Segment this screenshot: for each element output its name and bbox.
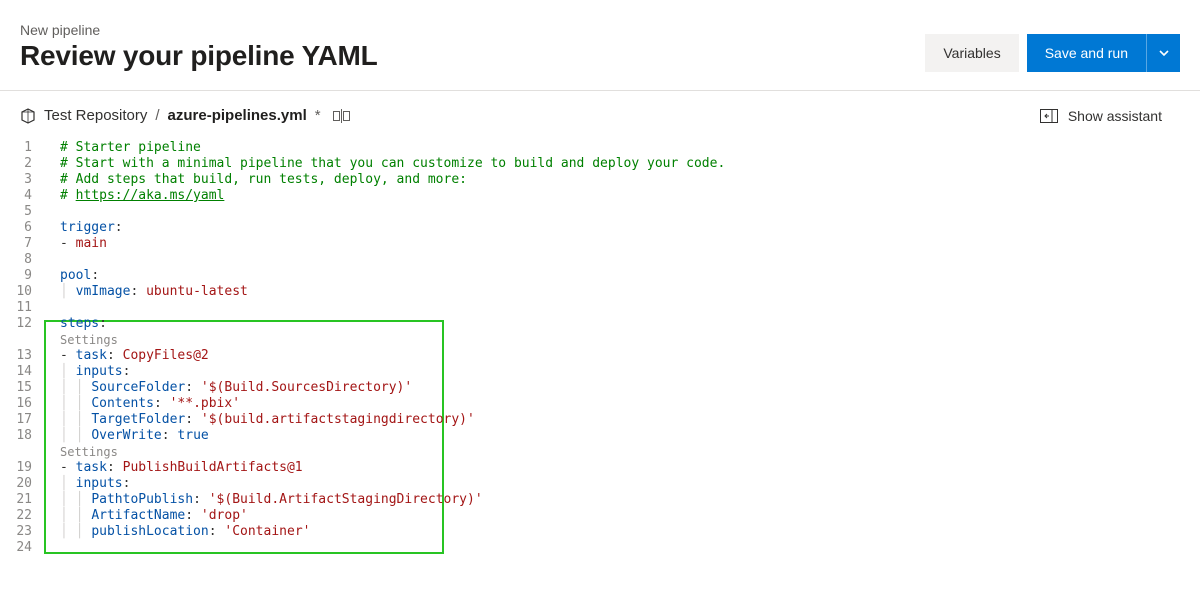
yaml-editor[interactable]: 1 2 3 4 5 6 7 8 9 10 11 12 13 14 15 16 1…: [0, 132, 1200, 556]
file-path: Test Repository / azure-pipelines.yml *: [20, 107, 351, 124]
file-name: azure-pipelines.yml: [168, 107, 307, 124]
line-number: 12: [0, 316, 32, 348]
line-number: 3: [0, 172, 32, 188]
repository-name[interactable]: Test Repository: [44, 107, 147, 124]
line-number: 18: [0, 428, 32, 460]
code-line: │ │ publishLocation: 'Container': [60, 524, 1200, 540]
code-line: │ vmImage: ubuntu-latest: [60, 284, 1200, 300]
save-and-run-button[interactable]: Save and run: [1027, 34, 1146, 72]
line-number: 22: [0, 508, 32, 524]
line-gutter: 1 2 3 4 5 6 7 8 9 10 11 12 13 14 15 16 1…: [0, 140, 40, 556]
line-number: 24: [0, 540, 32, 556]
code-line: │ │ PathtoPublish: '$(Build.ArtifactStag…: [60, 492, 1200, 508]
code-line: # https://aka.ms/yaml: [60, 188, 1200, 204]
code-line: │ │ ArtifactName: 'drop': [60, 508, 1200, 524]
chevron-down-icon: [1158, 47, 1170, 59]
line-number: 11: [0, 300, 32, 316]
page-header: New pipeline Review your pipeline YAML V…: [0, 0, 1200, 91]
code-line: │ │ SourceFolder: '$(Build.SourcesDirect…: [60, 380, 1200, 396]
line-number: 2: [0, 156, 32, 172]
line-number: 6: [0, 220, 32, 236]
line-number: 4: [0, 188, 32, 204]
code-line: # Starter pipeline: [60, 140, 1200, 156]
line-number: 10: [0, 284, 32, 300]
code-line: │ inputs:: [60, 476, 1200, 492]
repository-icon: [20, 108, 36, 124]
save-run-split-button: Save and run: [1027, 34, 1180, 72]
subheader: Test Repository / azure-pipelines.yml * …: [0, 91, 1200, 132]
line-number: 21: [0, 492, 32, 508]
task-settings-link[interactable]: Settings: [60, 444, 1200, 460]
line-number: 17: [0, 412, 32, 428]
line-number: 7: [0, 236, 32, 252]
page-title: Review your pipeline YAML: [20, 40, 378, 72]
line-number: 14: [0, 364, 32, 380]
code-line: [60, 300, 1200, 316]
show-assistant-button[interactable]: Show assistant: [1040, 108, 1180, 124]
line-number: 19: [0, 460, 32, 476]
line-number: 23: [0, 524, 32, 540]
header-left: New pipeline Review your pipeline YAML: [20, 22, 378, 72]
code-line: steps:: [60, 316, 1200, 332]
code-line: [60, 540, 1200, 556]
rename-button[interactable]: [333, 109, 351, 123]
code-line: - task: CopyFiles@2: [60, 348, 1200, 364]
line-number: 1: [0, 140, 32, 156]
code-line: - main: [60, 236, 1200, 252]
panel-expand-icon: [1040, 109, 1058, 123]
code-line: pool:: [60, 268, 1200, 284]
code-line: [60, 204, 1200, 220]
show-assistant-label: Show assistant: [1068, 108, 1162, 124]
line-number: 5: [0, 204, 32, 220]
code-line: # Add steps that build, run tests, deplo…: [60, 172, 1200, 188]
breadcrumb: New pipeline: [20, 22, 378, 38]
code-line: - task: PublishBuildArtifacts@1: [60, 460, 1200, 476]
line-number: 20: [0, 476, 32, 492]
code-area[interactable]: # Starter pipeline # Start with a minima…: [40, 140, 1200, 556]
code-line: │ │ TargetFolder: '$(build.artifactstagi…: [60, 412, 1200, 428]
line-number: 13: [0, 348, 32, 364]
line-number: 15: [0, 380, 32, 396]
line-number: 8: [0, 252, 32, 268]
save-and-run-dropdown[interactable]: [1146, 34, 1180, 72]
code-line: trigger:: [60, 220, 1200, 236]
code-line: │ │ OverWrite: true: [60, 428, 1200, 444]
code-line: # Start with a minimal pipeline that you…: [60, 156, 1200, 172]
code-line: │ │ Contents: '**.pbix': [60, 396, 1200, 412]
code-line: [60, 252, 1200, 268]
header-actions: Variables Save and run: [925, 34, 1180, 72]
line-number: 9: [0, 268, 32, 284]
unsaved-indicator: *: [315, 107, 321, 124]
code-line: │ inputs:: [60, 364, 1200, 380]
task-settings-link[interactable]: Settings: [60, 332, 1200, 348]
path-separator: /: [155, 107, 159, 124]
variables-button[interactable]: Variables: [925, 34, 1018, 72]
rename-icon: [333, 109, 351, 123]
line-number: 16: [0, 396, 32, 412]
